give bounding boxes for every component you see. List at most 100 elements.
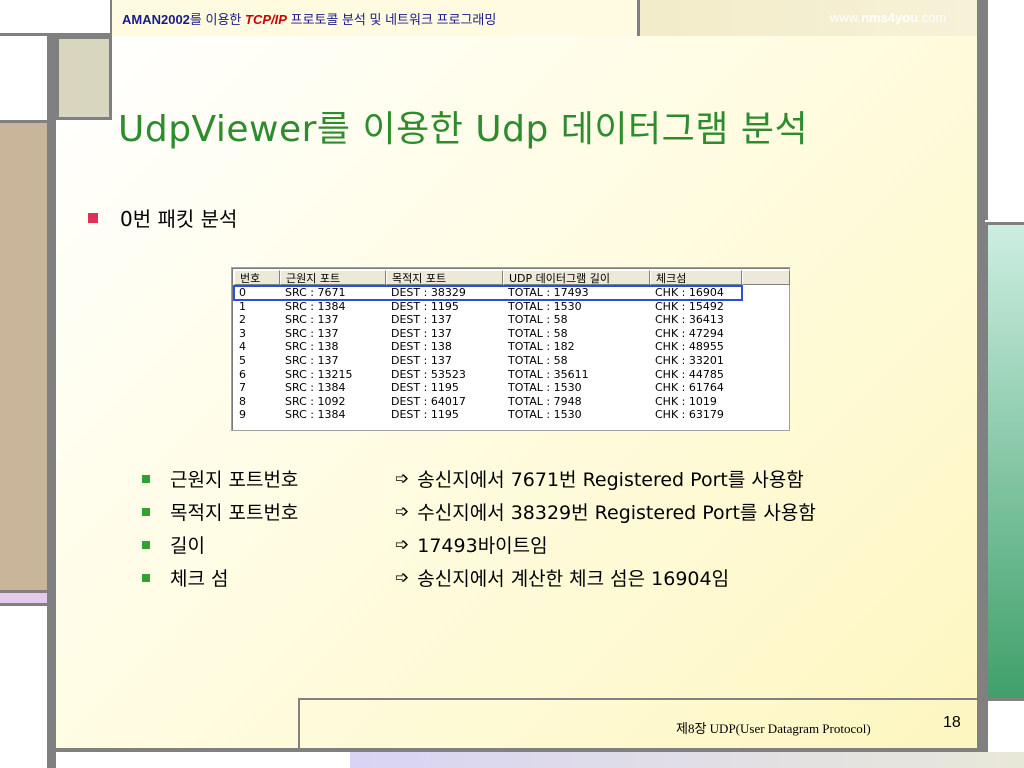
footer-box (298, 698, 979, 750)
header-website: www.nms4you.com (830, 10, 946, 25)
arrow-right-icon: ➩ (395, 567, 410, 588)
table-cell: SRC : 137 (285, 313, 339, 327)
column-header-empty[interactable] (742, 270, 790, 285)
table-cell: 1 (239, 299, 246, 313)
column-header-length[interactable]: UDP 데이터그램 길이 (503, 270, 650, 285)
table-cell: TOTAL : 35611 (508, 367, 589, 381)
decorative-square (56, 36, 112, 120)
table-row[interactable]: 6 SRC : 13215 DEST : 53523 TOTAL : 35611 CHK… (234, 368, 742, 382)
table-cell: 7 (239, 381, 246, 395)
table-cell: CHK : 47294 (655, 326, 724, 340)
table-cell: TOTAL : 182 (508, 340, 575, 354)
table-cell: TOTAL : 7948 (508, 394, 582, 408)
table-cell: TOTAL : 58 (508, 353, 568, 367)
bullet-square-icon (142, 507, 150, 516)
detail-text: 수신지에서 38329번 Registered Port를 사용함 (417, 502, 816, 524)
bottom-band (350, 752, 1024, 768)
table-cell: SRC : 1092 (285, 394, 346, 408)
table-cell: SRC : 137 (285, 353, 339, 367)
table-cell: 0 (239, 286, 246, 299)
left-column-lilac (0, 590, 47, 606)
table-cell: TOTAL : 1530 (508, 299, 582, 313)
table-row[interactable]: 2 SRC : 137 DEST : 137 TOTAL : 58 CHK : 3641… (234, 313, 742, 327)
frame-top-left-block (0, 0, 110, 33)
right-column-top (985, 0, 1024, 220)
table-cell: DEST : 137 (391, 326, 452, 340)
list-item: 목적지 포트번호 ➩ 수신지에서 38329번 Registered Port를 사… (142, 495, 816, 528)
table-cell: DEST : 64017 (391, 394, 466, 408)
column-header-checksum[interactable]: 체크섬 (650, 270, 742, 285)
table-cell: 8 (239, 394, 246, 408)
arrow-right-icon: ➩ (395, 501, 410, 522)
frame-bottom-left-block (56, 752, 350, 768)
table-cell: SRC : 1384 (285, 408, 346, 422)
table-cell: CHK : 44785 (655, 367, 724, 381)
website-com: .com (918, 10, 947, 25)
footer-chapter: 제8장 UDP(User Datagram Protocol) (676, 721, 871, 736)
table-cell: TOTAL : 1530 (508, 381, 582, 395)
table-row[interactable]: 9 SRC : 1384 DEST : 1195 TOTAL : 1530 CHK : … (234, 408, 742, 422)
table-cell: TOTAL : 1530 (508, 408, 582, 422)
table-cell: DEST : 1195 (391, 408, 459, 422)
column-header-src-port[interactable]: 근원지 포트 (280, 270, 386, 285)
table-cell: DEST : 1195 (391, 381, 459, 395)
table-cell: SRC : 7671 (285, 286, 346, 299)
table-cell: CHK : 48955 (655, 340, 724, 354)
left-column-top (0, 36, 47, 118)
list-header: 번호 근원지 포트 목적지 포트 UDP 데이터그램 길이 체크섬 (234, 270, 790, 285)
table-cell: 4 (239, 340, 246, 354)
left-column-bottom (0, 606, 47, 768)
bullet-square-icon (142, 540, 150, 549)
website-name: nms4you (861, 10, 919, 25)
main-bullet-text: 0번 패킷 분석 (120, 207, 238, 231)
detail-label: 체크 섬 (170, 568, 229, 590)
table-cell: SRC : 1384 (285, 299, 346, 313)
arrow-right-icon: ➩ (395, 534, 410, 555)
table-row[interactable]: 4 SRC : 138 DEST : 138 TOTAL : 182 CHK : 489… (234, 340, 742, 354)
table-cell: TOTAL : 58 (508, 326, 568, 340)
table-cell: 3 (239, 326, 246, 340)
table-cell: DEST : 1195 (391, 299, 459, 313)
table-cell: 5 (239, 353, 246, 367)
table-cell: CHK : 15492 (655, 299, 724, 313)
table-cell: TOTAL : 58 (508, 313, 568, 327)
bullet-square-icon (142, 474, 150, 483)
detail-label: 길이 (170, 535, 205, 557)
detail-list: 근원지 포트번호 ➩ 송신지에서 7671번 Registered Port를 사용… (142, 462, 816, 594)
table-row[interactable]: 8 SRC : 1092 DEST : 64017 TOTAL : 7948 CHK :… (234, 395, 742, 409)
column-header-dest-port[interactable]: 목적지 포트 (386, 270, 503, 285)
list-item: 체크 섬 ➩ 송신지에서 계산한 체크 섬은 16904임 (142, 561, 816, 594)
table-cell: 9 (239, 408, 246, 422)
slide-title: UdpViewer를 이용한 Udp 데이터그램 분석 (118, 109, 809, 150)
table-cell: CHK : 16904 (655, 286, 724, 299)
table-row[interactable]: 1 SRC : 1384 DEST : 1195 TOTAL : 1530 CHK : … (234, 300, 742, 314)
table-cell: DEST : 137 (391, 353, 452, 367)
detail-text: 송신지에서 계산한 체크 섬은 16904임 (417, 568, 730, 590)
table-cell: DEST : 53523 (391, 367, 466, 381)
table-cell: CHK : 63179 (655, 408, 724, 422)
header-suffix: 프로토콜 분석 및 네트워크 프로그래밍 (286, 12, 497, 27)
table-cell: CHK : 61764 (655, 381, 724, 395)
detail-label: 근원지 포트번호 (170, 469, 299, 491)
frame-left-bar (47, 36, 56, 768)
table-row[interactable]: 5 SRC : 137 DEST : 137 TOTAL : 58 CHK : 3320… (234, 354, 742, 368)
column-header-number[interactable]: 번호 (234, 270, 280, 285)
table-cell: 2 (239, 313, 246, 327)
list-rows: 0 SRC : 7671 DEST : 38329 TOTAL : 17493 CHK … (233, 285, 743, 422)
header-mid: 를 이용한 (189, 12, 245, 27)
table-row[interactable]: 7 SRC : 1384 DEST : 1195 TOTAL : 1530 CHK : … (234, 381, 742, 395)
table-cell: CHK : 33201 (655, 353, 724, 367)
left-column-tan (0, 120, 47, 590)
header-brand: AMAN2002 (122, 12, 190, 27)
detail-label: 목적지 포트번호 (170, 502, 299, 524)
table-row[interactable]: 3 SRC : 137 DEST : 137 TOTAL : 58 CHK : 4729… (234, 327, 742, 341)
table-cell: DEST : 38329 (391, 286, 466, 299)
bullet-square-icon (142, 573, 150, 582)
table-row[interactable]: 0 SRC : 7671 DEST : 38329 TOTAL : 17493 CHK … (233, 285, 743, 301)
table-cell: 6 (239, 367, 246, 381)
udp-list-view[interactable]: 번호 근원지 포트 목적지 포트 UDP 데이터그램 길이 체크섬 0 SRC :… (231, 267, 790, 431)
right-column-green (985, 222, 1024, 698)
table-cell: SRC : 1384 (285, 381, 346, 395)
detail-text: 송신지에서 7671번 Registered Port를 사용함 (417, 469, 804, 491)
table-cell: SRC : 137 (285, 326, 339, 340)
